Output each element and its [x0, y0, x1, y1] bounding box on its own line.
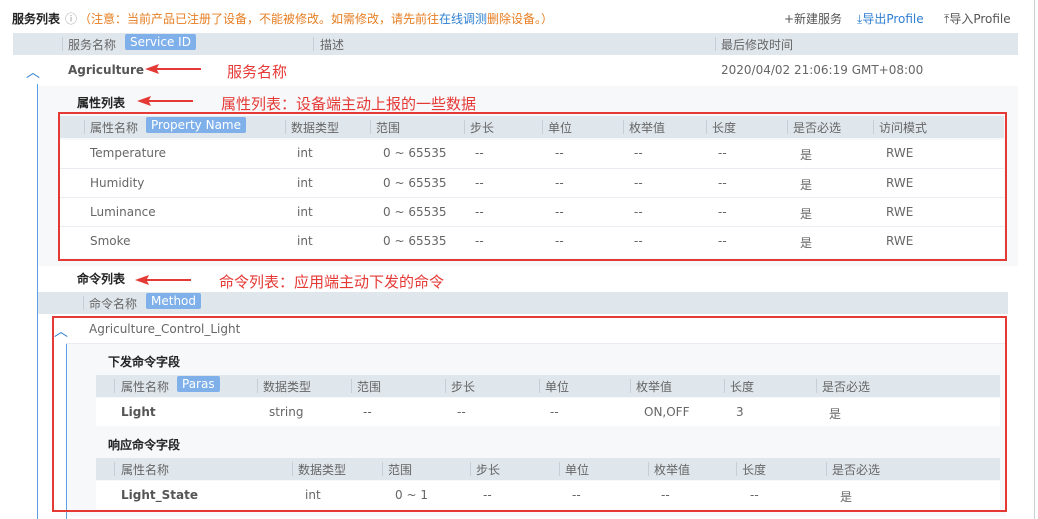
service-modified-time: 2020/04/02 21:06:19 GMT+08:00 — [721, 63, 924, 77]
arrow-service — [145, 64, 201, 74]
col-last-modified: 最后修改时间 — [721, 38, 794, 52]
annotation-properties: 属性列表：设备端主动上报的一些数据 — [221, 95, 477, 113]
collapse-service-icon[interactable]: ︿ — [26, 62, 40, 82]
service-name: Agriculture — [68, 63, 145, 77]
import-profile-button[interactable]: ⤒导入Profile — [944, 10, 1011, 27]
col-service-name: 服务名称 — [68, 38, 117, 52]
cmd-col-name: 命令名称 — [89, 297, 138, 311]
help-icon[interactable]: ⓘ — [65, 10, 77, 27]
arrow-commands — [135, 275, 191, 285]
arrow-properties — [137, 96, 193, 106]
new-service-button[interactable]: +新建服务 — [784, 10, 842, 27]
service-id-badge: Service ID — [125, 34, 196, 50]
online-debug-link[interactable]: 在线调测 — [439, 12, 487, 26]
annotation-service-name: 服务名称 — [227, 63, 288, 81]
page-title: 服务列表 — [12, 12, 61, 26]
export-profile-button[interactable]: ⤓导出Profile — [857, 10, 924, 27]
scrollbar-track[interactable] — [1034, 0, 1035, 519]
notice-text: （注意：当前产品已注册了设备，不能被修改。如需修改，请先前往在线调测删除设备。） — [79, 12, 554, 26]
properties-highlight-box — [58, 112, 1007, 261]
method-badge: Method — [146, 293, 202, 309]
commands-title: 命令列表 — [77, 272, 126, 286]
commands-highlight-box — [52, 316, 1007, 512]
col-description: 描述 — [320, 38, 345, 52]
properties-title: 属性列表 — [77, 96, 126, 110]
annotation-commands: 命令列表：应用端主动下发的命令 — [219, 273, 445, 291]
